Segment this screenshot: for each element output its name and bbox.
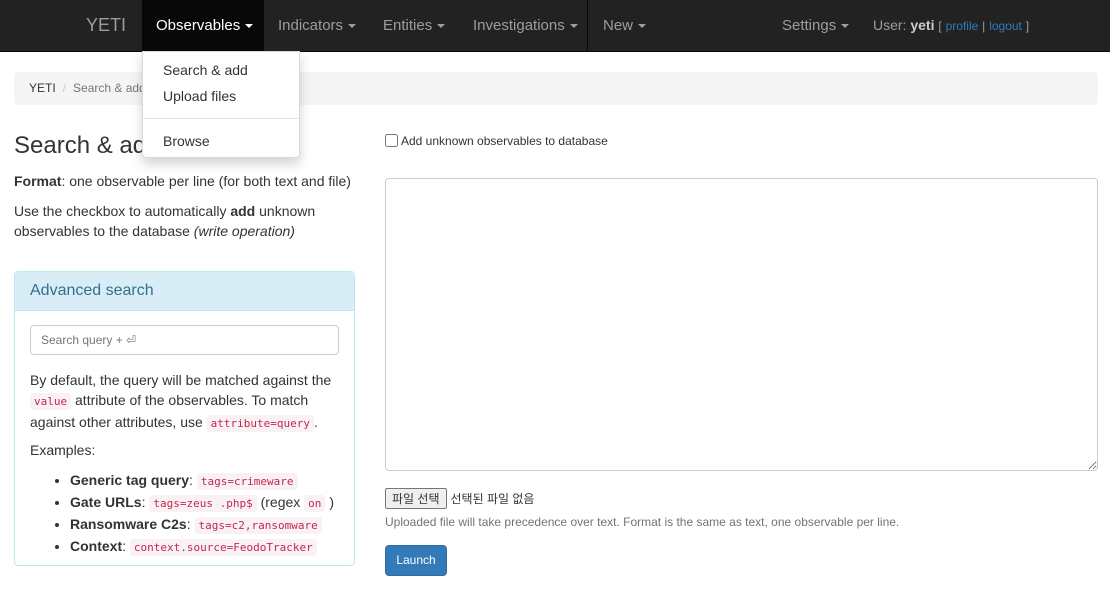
choose-file-button[interactable]: 파일 선택 [385,488,447,509]
nav-settings-label: Settings [782,17,837,34]
caret-down-icon [437,24,446,29]
nav-new[interactable]: New [589,0,660,51]
example-sep: : [186,516,191,532]
nav-investigations[interactable]: Investigations [459,0,592,51]
nav-indicators[interactable]: Indicators [264,0,370,51]
nav-investigations-label: Investigations [473,17,565,34]
example-label: Ransomware C2s [70,516,187,532]
example-suffix: (regex [260,494,301,510]
breadcrumb-current: Search & add [73,81,146,95]
examples-label: Examples: [30,442,96,458]
advanced-search-input[interactable] [30,325,339,355]
example-item: Context: context.source=FeodoTracker [70,536,334,558]
menu-item-search-add[interactable]: Search & add [163,62,248,78]
example-item: Gate URLs: tags=zeus .php$ (regex on ) [70,492,334,514]
checkbox-help-text: Use the checkbox to automatically add un… [14,201,344,241]
example-code: tags=zeus .php$ [149,495,257,512]
caret-down-icon [245,24,254,29]
user-prefix: User: [873,17,907,33]
help-bold: add [230,203,256,219]
link-separator: | [982,19,986,33]
format-description: Format: one observable per line (for bot… [14,171,351,191]
format-label: Format [14,173,62,189]
file-input[interactable]: 파일 선택 선택된 파일 없음 [385,488,534,509]
example-label: Context [70,538,123,554]
add-unknown-checkbox-row[interactable]: Add unknown observables to database [385,134,608,148]
breadcrumb-root[interactable]: YETI [29,81,56,95]
bracket-open: [ [938,19,942,33]
file-status: 선택된 파일 없음 [450,492,535,506]
nav-divider [587,0,588,51]
caret-down-icon [569,24,578,29]
nav-observables[interactable]: Observables [142,0,264,51]
advanced-search-description: By default, the query will be matched ag… [30,370,342,434]
example-item: Generic tag query: tags=crimeware [70,470,334,492]
desc-part1: By default, the query will be matched ag… [30,372,332,388]
nav-indicators-label: Indicators [278,17,344,34]
page-title: Search & add [14,132,160,159]
menu-item-browse[interactable]: Browse [163,133,210,149]
code-attribute-query: attribute=query [206,415,315,432]
upload-help-text: Uploaded file will take precedence over … [385,515,900,529]
breadcrumb-separator: / [62,81,67,95]
example-label: Gate URLs [70,494,142,510]
example-sep: : [122,538,127,554]
help-italic: (write operation) [193,223,295,239]
caret-down-icon [348,24,357,29]
desc-part3: . [314,414,318,430]
help-part1: Use the checkbox to automatically [14,203,231,219]
code-value: value [30,393,72,410]
nav-entities[interactable]: Entities [369,0,459,51]
caret-down-icon [841,24,850,29]
user-info: User: yeti [ profile | logout ] [873,0,1029,51]
observables-dropdown-menu: Search & add Upload files Browse [142,51,300,158]
nav-observables-label: Observables [156,17,241,34]
nav-new-label: New [603,17,634,34]
profile-link[interactable]: profile [946,19,979,33]
brand-logo[interactable]: YETI [86,0,126,51]
example-sep: : [189,472,193,488]
nav-entities-label: Entities [383,17,433,34]
example-suffix-close: ) [329,494,334,510]
examples-list: Generic tag query: tags=crimeware Gate U… [30,470,334,558]
advanced-search-panel: Advanced search By default, the query wi… [14,271,355,566]
launch-button[interactable]: Launch [385,545,447,576]
example-item: Ransomware C2s: tags=c2,ransomware [70,514,334,536]
example-suffix-code: on [304,495,326,512]
observables-textarea[interactable] [385,178,1098,471]
caret-down-icon [638,24,647,29]
example-code: tags=crimeware [196,473,298,490]
example-code: context.source=FeodoTracker [129,539,317,556]
menu-item-upload-files[interactable]: Upload files [163,88,236,104]
logout-link[interactable]: logout [989,19,1022,33]
example-code: tags=c2,ransomware [194,517,322,534]
add-unknown-label: Add unknown observables to database [401,134,608,148]
example-label: Generic tag query [70,472,190,488]
nav-settings[interactable]: Settings [768,0,863,51]
format-text: : one observable per line (for both text… [61,173,351,189]
add-unknown-checkbox[interactable] [385,134,398,147]
bracket-close: ] [1025,19,1030,33]
menu-divider [143,118,299,119]
username: yeti [910,17,935,33]
example-sep: : [141,494,146,510]
top-navbar: YETI Observables Indicators Entities Inv… [0,0,1110,52]
advanced-search-title: Advanced search [15,272,354,311]
